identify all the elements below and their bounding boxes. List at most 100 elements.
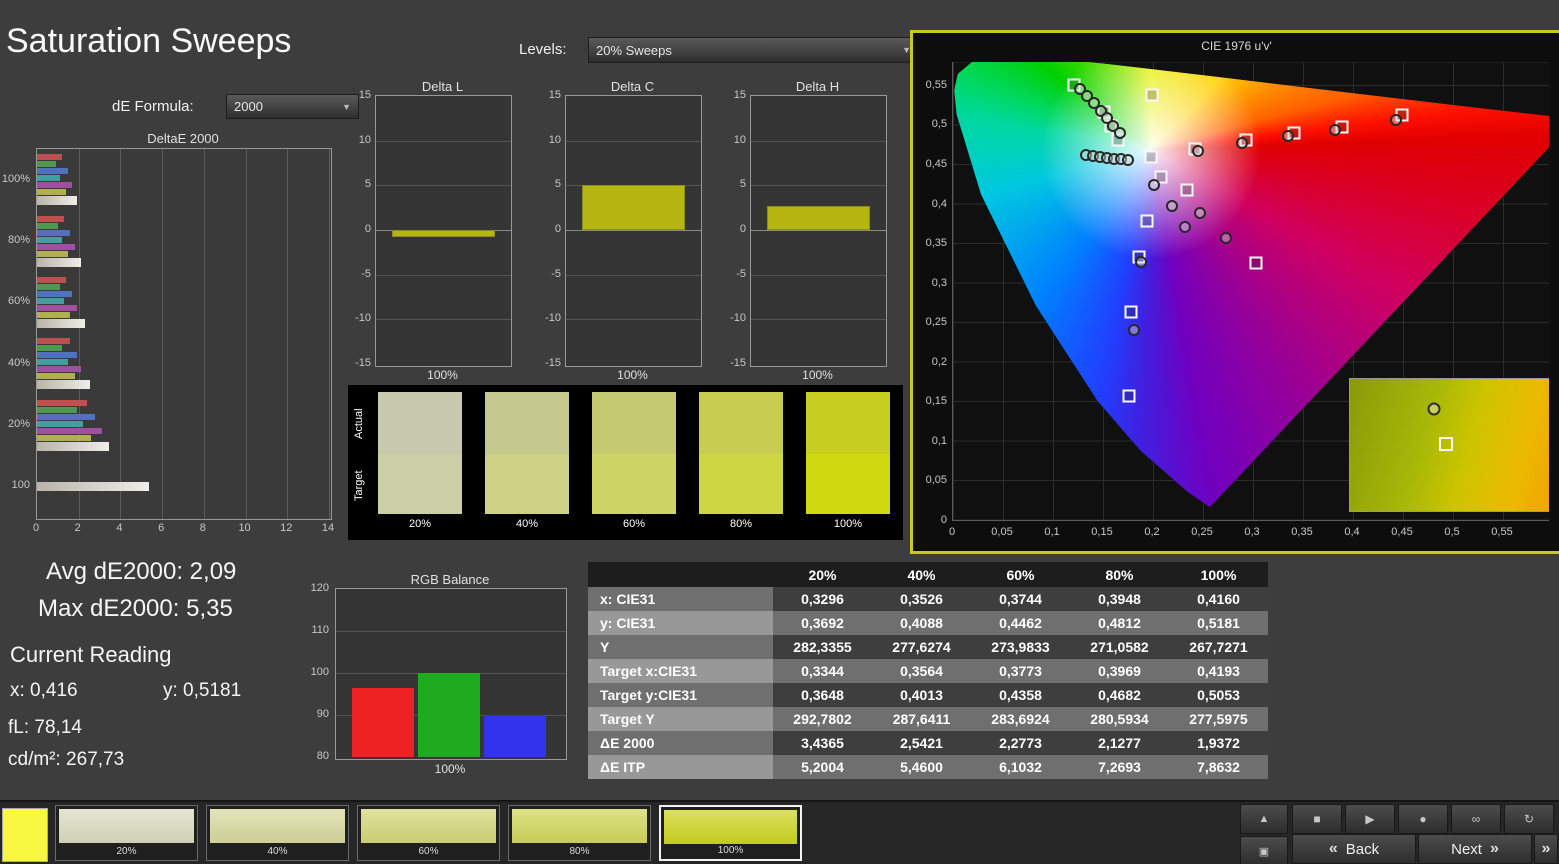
- x-tick-label: 14: [321, 522, 335, 534]
- swatch-label: 80%: [569, 846, 590, 857]
- de-bar: [37, 399, 88, 406]
- target-marker: [1124, 305, 1138, 319]
- toolbar-swatch-20%[interactable]: 20%: [55, 805, 198, 861]
- gridline: [203, 149, 205, 519]
- next-button[interactable]: Next »: [1418, 834, 1532, 864]
- toolbar-swatch-60%[interactable]: 60%: [357, 805, 500, 861]
- table-cell: 2,2773: [971, 731, 1070, 755]
- back-chevron-icon: «: [1328, 840, 1338, 857]
- delta-c-y-axis: 15 10 5 0 -5 -10 -15: [535, 89, 563, 369]
- de-bar: [37, 250, 69, 257]
- swatch-color: [512, 809, 647, 843]
- y-tick-label: -10: [355, 312, 371, 325]
- de-avg-bar: [37, 441, 109, 451]
- swatch-label: 20%: [116, 846, 137, 857]
- deltae-chart-title: DeltaE 2000: [147, 131, 219, 146]
- target-marker: [1249, 256, 1263, 270]
- chevron-up-button[interactable]: ▲: [1240, 804, 1288, 834]
- fast-forward-icon: »: [1541, 840, 1551, 857]
- column-header: 40%: [907, 566, 936, 583]
- y-tick-label: 0,45: [925, 157, 947, 170]
- y-tick-label: 0,2: [931, 355, 947, 368]
- back-button-label: Back: [1345, 840, 1380, 858]
- y-tick-label: 0,5: [931, 118, 947, 131]
- target-marker: [1180, 183, 1194, 197]
- delta-bar: [767, 205, 870, 230]
- table-cell: 287,6411: [872, 707, 971, 731]
- loop-button[interactable]: ↻: [1504, 804, 1554, 834]
- table-cell: 0,3744: [971, 587, 1070, 611]
- de-avg-bar: [37, 380, 90, 390]
- toolbar-swatch-100%[interactable]: 100%: [659, 805, 802, 861]
- gridline: [376, 140, 511, 142]
- rgb-balance-y-axis: 120 110 100 90 80: [303, 582, 331, 762]
- table-cell: 280,5934: [1070, 707, 1169, 731]
- cie-chart-panel[interactable]: CIE 1976 u'v' 0,55 0,5 0,45 0,4 0,35 0,3 0,25 0…: [910, 30, 1559, 554]
- column-header: [588, 562, 773, 587]
- table-cell: 292,7802: [773, 707, 872, 731]
- table-cell: 273,9833: [971, 635, 1070, 659]
- de-bar: [37, 304, 77, 311]
- delta-l-chart-title: Delta L: [421, 79, 464, 94]
- table-cell: 7,2693: [1070, 755, 1169, 779]
- de-bar: [37, 175, 60, 182]
- cie-plot: [952, 62, 1549, 521]
- table-row: Y 282,3355 277,6274 273,9833 271,0582 267,727…: [588, 635, 1268, 659]
- saturation-swatch: [806, 392, 890, 514]
- measurement-table: 20% 40% 60% 80% 100% x: CIE31 0,3296 0,3526 0,37…: [588, 562, 1268, 779]
- swatch-label: 100%: [833, 518, 863, 530]
- x-tick-label: 0: [948, 526, 956, 538]
- de-bar: [37, 338, 71, 345]
- delta-c-chart-title: Delta C: [610, 79, 655, 94]
- continuous-button[interactable]: ∞: [1451, 804, 1501, 834]
- toolbar-swatch-40%[interactable]: 40%: [206, 805, 349, 861]
- x-tick-label: 0,55: [1491, 526, 1513, 538]
- de-bar: [37, 420, 83, 427]
- y-tick-label: 80%: [7, 234, 30, 246]
- back-button[interactable]: « Back: [1292, 834, 1416, 864]
- swatch-label: 100%: [717, 845, 744, 856]
- gridline: [566, 319, 701, 321]
- actual-swatch: [592, 392, 676, 454]
- saturation-sweeps-page: Saturation Sweeps dE Formula: 2000 ▼ Lev…: [0, 0, 1559, 864]
- table-row: Target y:CIE31 0,3648 0,4013 0,4358 0,4682 0,…: [588, 683, 1268, 707]
- stop-button[interactable]: ■: [1292, 804, 1342, 834]
- target-row-label: Target: [353, 470, 365, 502]
- de-bar: [37, 359, 69, 366]
- target-marker: [1439, 436, 1453, 451]
- actual-swatch: [378, 392, 462, 454]
- table-cell: 0,4812: [1070, 611, 1169, 635]
- de-formula-dropdown[interactable]: 2000 ▼: [226, 94, 359, 119]
- play-button[interactable]: ▶: [1345, 804, 1395, 834]
- fast-forward-button[interactable]: »: [1534, 834, 1558, 864]
- next-button-label: Next: [1451, 840, 1482, 858]
- gridline: [376, 319, 511, 321]
- active-color-chip[interactable]: [2, 808, 48, 862]
- de-bar: [37, 413, 96, 420]
- measurement-marker: [1179, 220, 1191, 233]
- y-tick-label: 100: [310, 666, 329, 678]
- y-tick-label: -5: [361, 267, 371, 280]
- y-tick-label: 5: [554, 178, 561, 191]
- avg-de2000-value: Avg dE2000: 2,09: [46, 558, 237, 585]
- table-cell: 5,4600: [872, 755, 971, 779]
- column-header: 60%: [1006, 566, 1035, 583]
- table-cell: 1,9372: [1169, 731, 1268, 755]
- page-title: Saturation Sweeps: [6, 22, 292, 60]
- y-tick-label: 0: [364, 223, 371, 235]
- swatch-label: 60%: [622, 518, 646, 530]
- toolbar-swatch-80%[interactable]: 80%: [508, 805, 651, 861]
- gridline: [78, 149, 80, 519]
- de-bar: [37, 243, 75, 250]
- layout-button[interactable]: ▣: [1240, 836, 1288, 864]
- de-bar: [37, 283, 60, 290]
- x-tick-label: 0,5: [1444, 526, 1460, 538]
- gridline: [751, 274, 886, 276]
- record-button[interactable]: ●: [1398, 804, 1448, 834]
- gridline: [751, 140, 886, 142]
- x-tick-label: 0,3: [1244, 526, 1260, 538]
- levels-dropdown[interactable]: 20% Sweeps ▼: [588, 37, 919, 63]
- table-cell: 277,6274: [872, 635, 971, 659]
- row-label: Target Y: [588, 707, 773, 731]
- table-cell: 0,4358: [971, 683, 1070, 707]
